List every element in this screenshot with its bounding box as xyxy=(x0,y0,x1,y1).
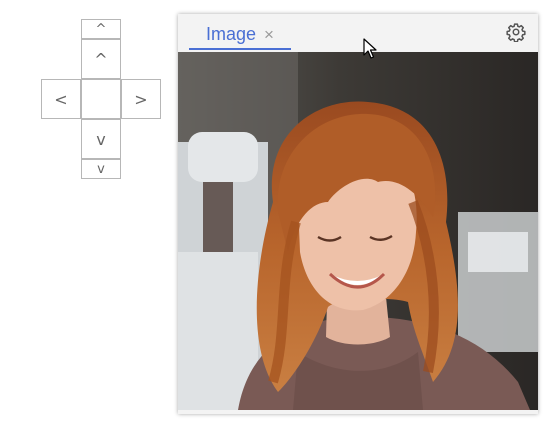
tab-image[interactable]: Image × xyxy=(189,20,291,50)
tab-label: Image xyxy=(206,23,257,44)
tab-bar: Image × xyxy=(178,14,538,52)
portrait-image xyxy=(178,52,538,410)
nav-up-small-button[interactable]: ^ xyxy=(81,19,121,39)
gear-icon[interactable] xyxy=(506,22,526,42)
nav-up-button[interactable]: ^ xyxy=(81,39,121,79)
nav-center-button[interactable] xyxy=(81,79,121,119)
nav-right-button[interactable]: > xyxy=(121,79,161,119)
nav-down-button[interactable]: v xyxy=(81,119,121,159)
image-panel: Image × xyxy=(178,14,538,414)
nav-left-button[interactable]: < xyxy=(41,79,81,119)
portrait-illustration xyxy=(178,52,538,410)
nav-down-small-button[interactable]: v xyxy=(81,159,121,179)
mouse-cursor-icon xyxy=(363,38,377,59)
close-icon[interactable]: × xyxy=(264,26,274,43)
